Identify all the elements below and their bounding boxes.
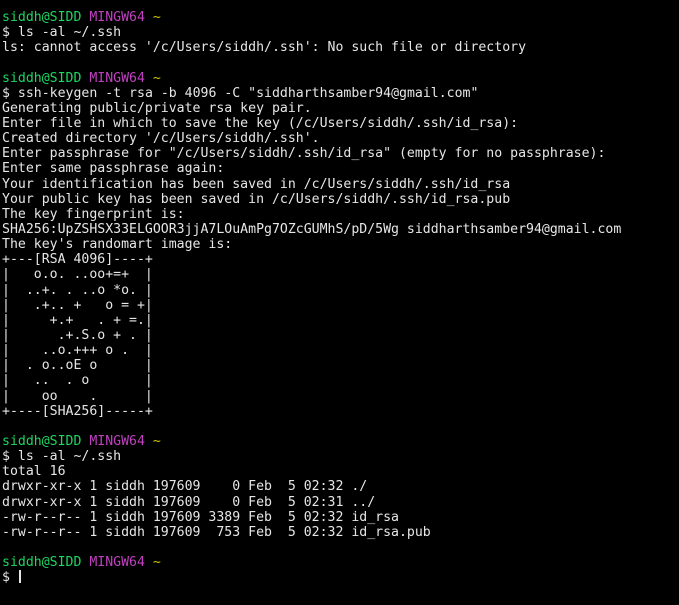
prompt-user: siddh@SIDD	[2, 70, 82, 86]
command-text: ls -al ~/.ssh	[17, 25, 122, 41]
terminal-output: siddh@SIDD MINGW64 ~ $ ls -al ~/.ssh ls: c…	[2, 10, 677, 585]
output-line: Your identification has been saved in /c…	[2, 176, 511, 192]
text-cursor	[18, 570, 21, 584]
prompt-shell: MINGW64	[89, 10, 145, 25]
output-line: Created directory '/c/Users/siddh/.ssh'.	[2, 131, 320, 147]
command-line: $ ls -al ~/.ssh	[2, 25, 677, 40]
output-line: Enter file in which to save the key (/c/…	[2, 115, 519, 131]
command-text: ssh-keygen -t rsa -b 4096 -C "siddharths…	[17, 85, 479, 101]
output-line: ls: cannot access '/c/Users/siddh/.ssh':…	[2, 40, 527, 56]
prompt-shell: MINGW64	[89, 70, 145, 86]
output-line: drwxr-xr-x 1 siddh 197609 0 Feb 5 02:32 …	[2, 479, 368, 495]
output-line: drwxr-xr-x 1 siddh 197609 0 Feb 5 02:31 …	[2, 494, 376, 510]
prompt-path: ~	[152, 10, 161, 25]
output-line: +----[SHA256]-----+	[2, 403, 153, 419]
command-line: $ ls -al ~/.ssh	[2, 449, 677, 464]
prompt-user: siddh@SIDD	[2, 433, 82, 449]
output-line: Your public key has been saved in /c/Use…	[2, 191, 511, 207]
output-line: | o.o. ..oo+=+ |	[2, 267, 153, 283]
output-line: SHA256:UpZSHSX33ELGOOR3jjA7LOuAmPg7OZcGU…	[2, 221, 622, 237]
output-line: | .+.S.o + . |	[2, 327, 153, 343]
output-line: The key fingerprint is:	[2, 206, 185, 222]
prompt-user: siddh@SIDD	[2, 10, 82, 25]
prompt-path: ~	[152, 70, 161, 86]
prompt-header: siddh@SIDD MINGW64 ~	[2, 434, 677, 449]
output-line: | . o..oE o |	[2, 358, 153, 374]
prompt-symbol: $	[2, 25, 10, 41]
output-line: The key's randomart image is:	[2, 237, 233, 253]
prompt-header: siddh@SIDD MINGW64 ~	[2, 10, 677, 25]
output-line: Generating public/private rsa key pair.	[2, 100, 312, 116]
prompt-header: siddh@SIDD MINGW64 ~	[2, 71, 677, 86]
output-line: Enter passphrase for "/c/Users/siddh/.ss…	[2, 146, 606, 162]
output-line: | oo . |	[2, 388, 153, 404]
prompt-symbol: $	[2, 570, 10, 586]
output-line: | ..+. . ..o *o. |	[2, 282, 153, 298]
prompt-path: ~	[152, 555, 161, 571]
output-line: Enter same passphrase again:	[2, 161, 225, 177]
command-text: ls -al ~/.ssh	[17, 449, 122, 465]
output-line: -rw-r--r-- 1 siddh 197609 3389 Feb 5 02:…	[2, 509, 399, 525]
prompt-shell: MINGW64	[89, 433, 145, 449]
prompt-shell: MINGW64	[89, 555, 145, 571]
output-line: -rw-r--r-- 1 siddh 197609 753 Feb 5 02:3…	[2, 524, 431, 540]
prompt-symbol: $	[2, 85, 10, 101]
prompt-header: siddh@SIDD MINGW64 ~	[2, 555, 677, 570]
prompt-symbol: $	[2, 449, 10, 465]
output-line: | ..o.+++ o . |	[2, 343, 153, 359]
active-input-line[interactable]: $	[2, 570, 677, 585]
command-line: $ ssh-keygen -t rsa -b 4096 -C "siddhart…	[2, 86, 677, 101]
prompt-user: siddh@SIDD	[2, 555, 82, 571]
output-line: | +.+ . + =.|	[2, 312, 153, 328]
output-line: +---[RSA 4096]----+	[2, 252, 153, 268]
output-line: total 16	[2, 464, 66, 480]
output-line: | .. . o |	[2, 373, 153, 389]
prompt-path: ~	[152, 433, 161, 449]
output-line: | .+.. + o = +|	[2, 297, 153, 313]
